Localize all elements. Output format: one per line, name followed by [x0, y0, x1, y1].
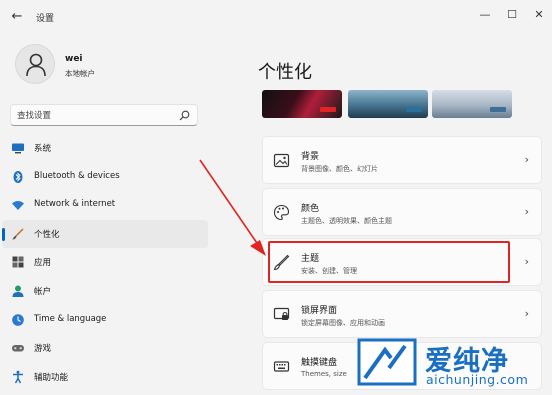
active-indicator [2, 227, 5, 241]
sidebar-item-label: Time & language [34, 313, 107, 324]
sidebar-item-accounts[interactable]: 帐户 [2, 277, 208, 306]
background-card[interactable]: 背景 背景图像、颜色、幻灯片 › [262, 136, 542, 184]
chevron-right-icon: › [524, 307, 529, 320]
sidebar-item-label: 游戏 [34, 344, 52, 355]
lock-screen-icon [273, 307, 290, 320]
user-name: wei [65, 54, 83, 64]
search-input[interactable] [17, 108, 177, 123]
card-title: 背景 [301, 152, 320, 162]
card-title: 颜色 [301, 204, 320, 214]
account-type: 本地帐户 [65, 69, 95, 78]
card-subtitle: 锁定屏幕图像、应用和动画 [301, 319, 385, 327]
theme-thumbnail[interactable] [262, 90, 342, 118]
sidebar-item-network[interactable]: Network & internet [2, 191, 208, 220]
card-title: 触摸键盘 [301, 358, 338, 368]
theme-accent-swatch [490, 107, 506, 112]
chevron-right-icon: › [524, 205, 529, 218]
image-icon [273, 153, 290, 168]
theme-preview-strip [262, 90, 542, 118]
settings-window: ← 设置 — ☐ ✕ wei 本地帐户 系统 [0, 0, 552, 395]
apps-icon [12, 256, 24, 268]
brush-icon [273, 254, 290, 271]
sidebar-item-bluetooth[interactable]: Bluetooth & devices [2, 163, 208, 192]
lock-screen-card[interactable]: 锁屏界面 锁定屏幕图像、应用和动画 › [262, 290, 542, 338]
title-bar: ← 设置 — ☐ ✕ [0, 0, 552, 34]
sidebar-item-label: 辅助功能 [34, 372, 69, 383]
chevron-right-icon: › [524, 153, 529, 166]
globe-clock-icon [12, 313, 24, 326]
watermark-url: aichunjing.com [426, 372, 529, 387]
keyboard-icon [273, 361, 290, 372]
card-subtitle: 主题色、透明效果、颜色主题 [301, 217, 392, 225]
palette-icon [273, 204, 290, 221]
watermark-logo [357, 338, 417, 386]
account-icon [12, 285, 24, 297]
card-subtitle: Themes, size [301, 370, 347, 378]
app-title: 设置 [36, 14, 55, 24]
person-icon [26, 53, 46, 77]
minimize-button[interactable]: — [474, 6, 496, 24]
card-title: 主题 [301, 254, 320, 264]
brush-icon [12, 228, 24, 240]
theme-thumbnail[interactable] [432, 90, 512, 118]
sidebar-item-label: 应用 [34, 258, 52, 269]
sidebar-item-label: Bluetooth & devices [34, 170, 120, 181]
sidebar-item-label: 个性化 [34, 229, 60, 240]
themes-card[interactable]: 主题 安装、创建、管理 › [262, 238, 542, 286]
page-title: 个性化 [258, 62, 312, 83]
sidebar-nav: 系统 Bluetooth & devices Network & interne… [0, 134, 210, 391]
close-button[interactable]: ✕ [528, 6, 550, 24]
sidebar-item-system[interactable]: 系统 [2, 134, 208, 163]
accessibility-icon [13, 370, 23, 384]
gamepad-icon [12, 345, 24, 352]
maximize-button[interactable]: ☐ [501, 6, 523, 24]
user-profile[interactable]: wei 本地帐户 [15, 44, 205, 94]
search-box[interactable] [10, 104, 198, 126]
theme-accent-swatch [320, 107, 336, 112]
sidebar-item-time-language[interactable]: Time & language [2, 306, 208, 335]
sidebar-item-label: 帐户 [34, 286, 52, 297]
sidebar-item-apps[interactable]: 应用 [2, 248, 208, 277]
sidebar-item-label: Network & internet [34, 199, 116, 210]
sidebar-item-gaming[interactable]: 游戏 [2, 334, 208, 363]
avatar [15, 44, 55, 84]
colors-card[interactable]: 颜色 主题色、透明效果、颜色主题 › [262, 188, 542, 236]
card-subtitle: 背景图像、颜色、幻灯片 [301, 165, 378, 173]
sidebar-item-label: 系统 [34, 144, 52, 154]
sidebar-item-accessibility[interactable]: 辅助功能 [2, 363, 208, 392]
bluetooth-icon [13, 170, 23, 183]
wifi-icon [12, 201, 24, 211]
theme-thumbnail[interactable] [348, 90, 428, 118]
sidebar-item-personalization[interactable]: 个性化 [2, 219, 208, 249]
card-subtitle: 安装、创建、管理 [301, 267, 357, 275]
theme-accent-swatch [406, 107, 422, 112]
search-icon[interactable] [179, 110, 190, 121]
back-button[interactable]: ← [8, 9, 26, 25]
chevron-right-icon: › [524, 255, 529, 268]
card-title: 锁屏界面 [301, 306, 338, 316]
monitor-icon [12, 143, 24, 154]
